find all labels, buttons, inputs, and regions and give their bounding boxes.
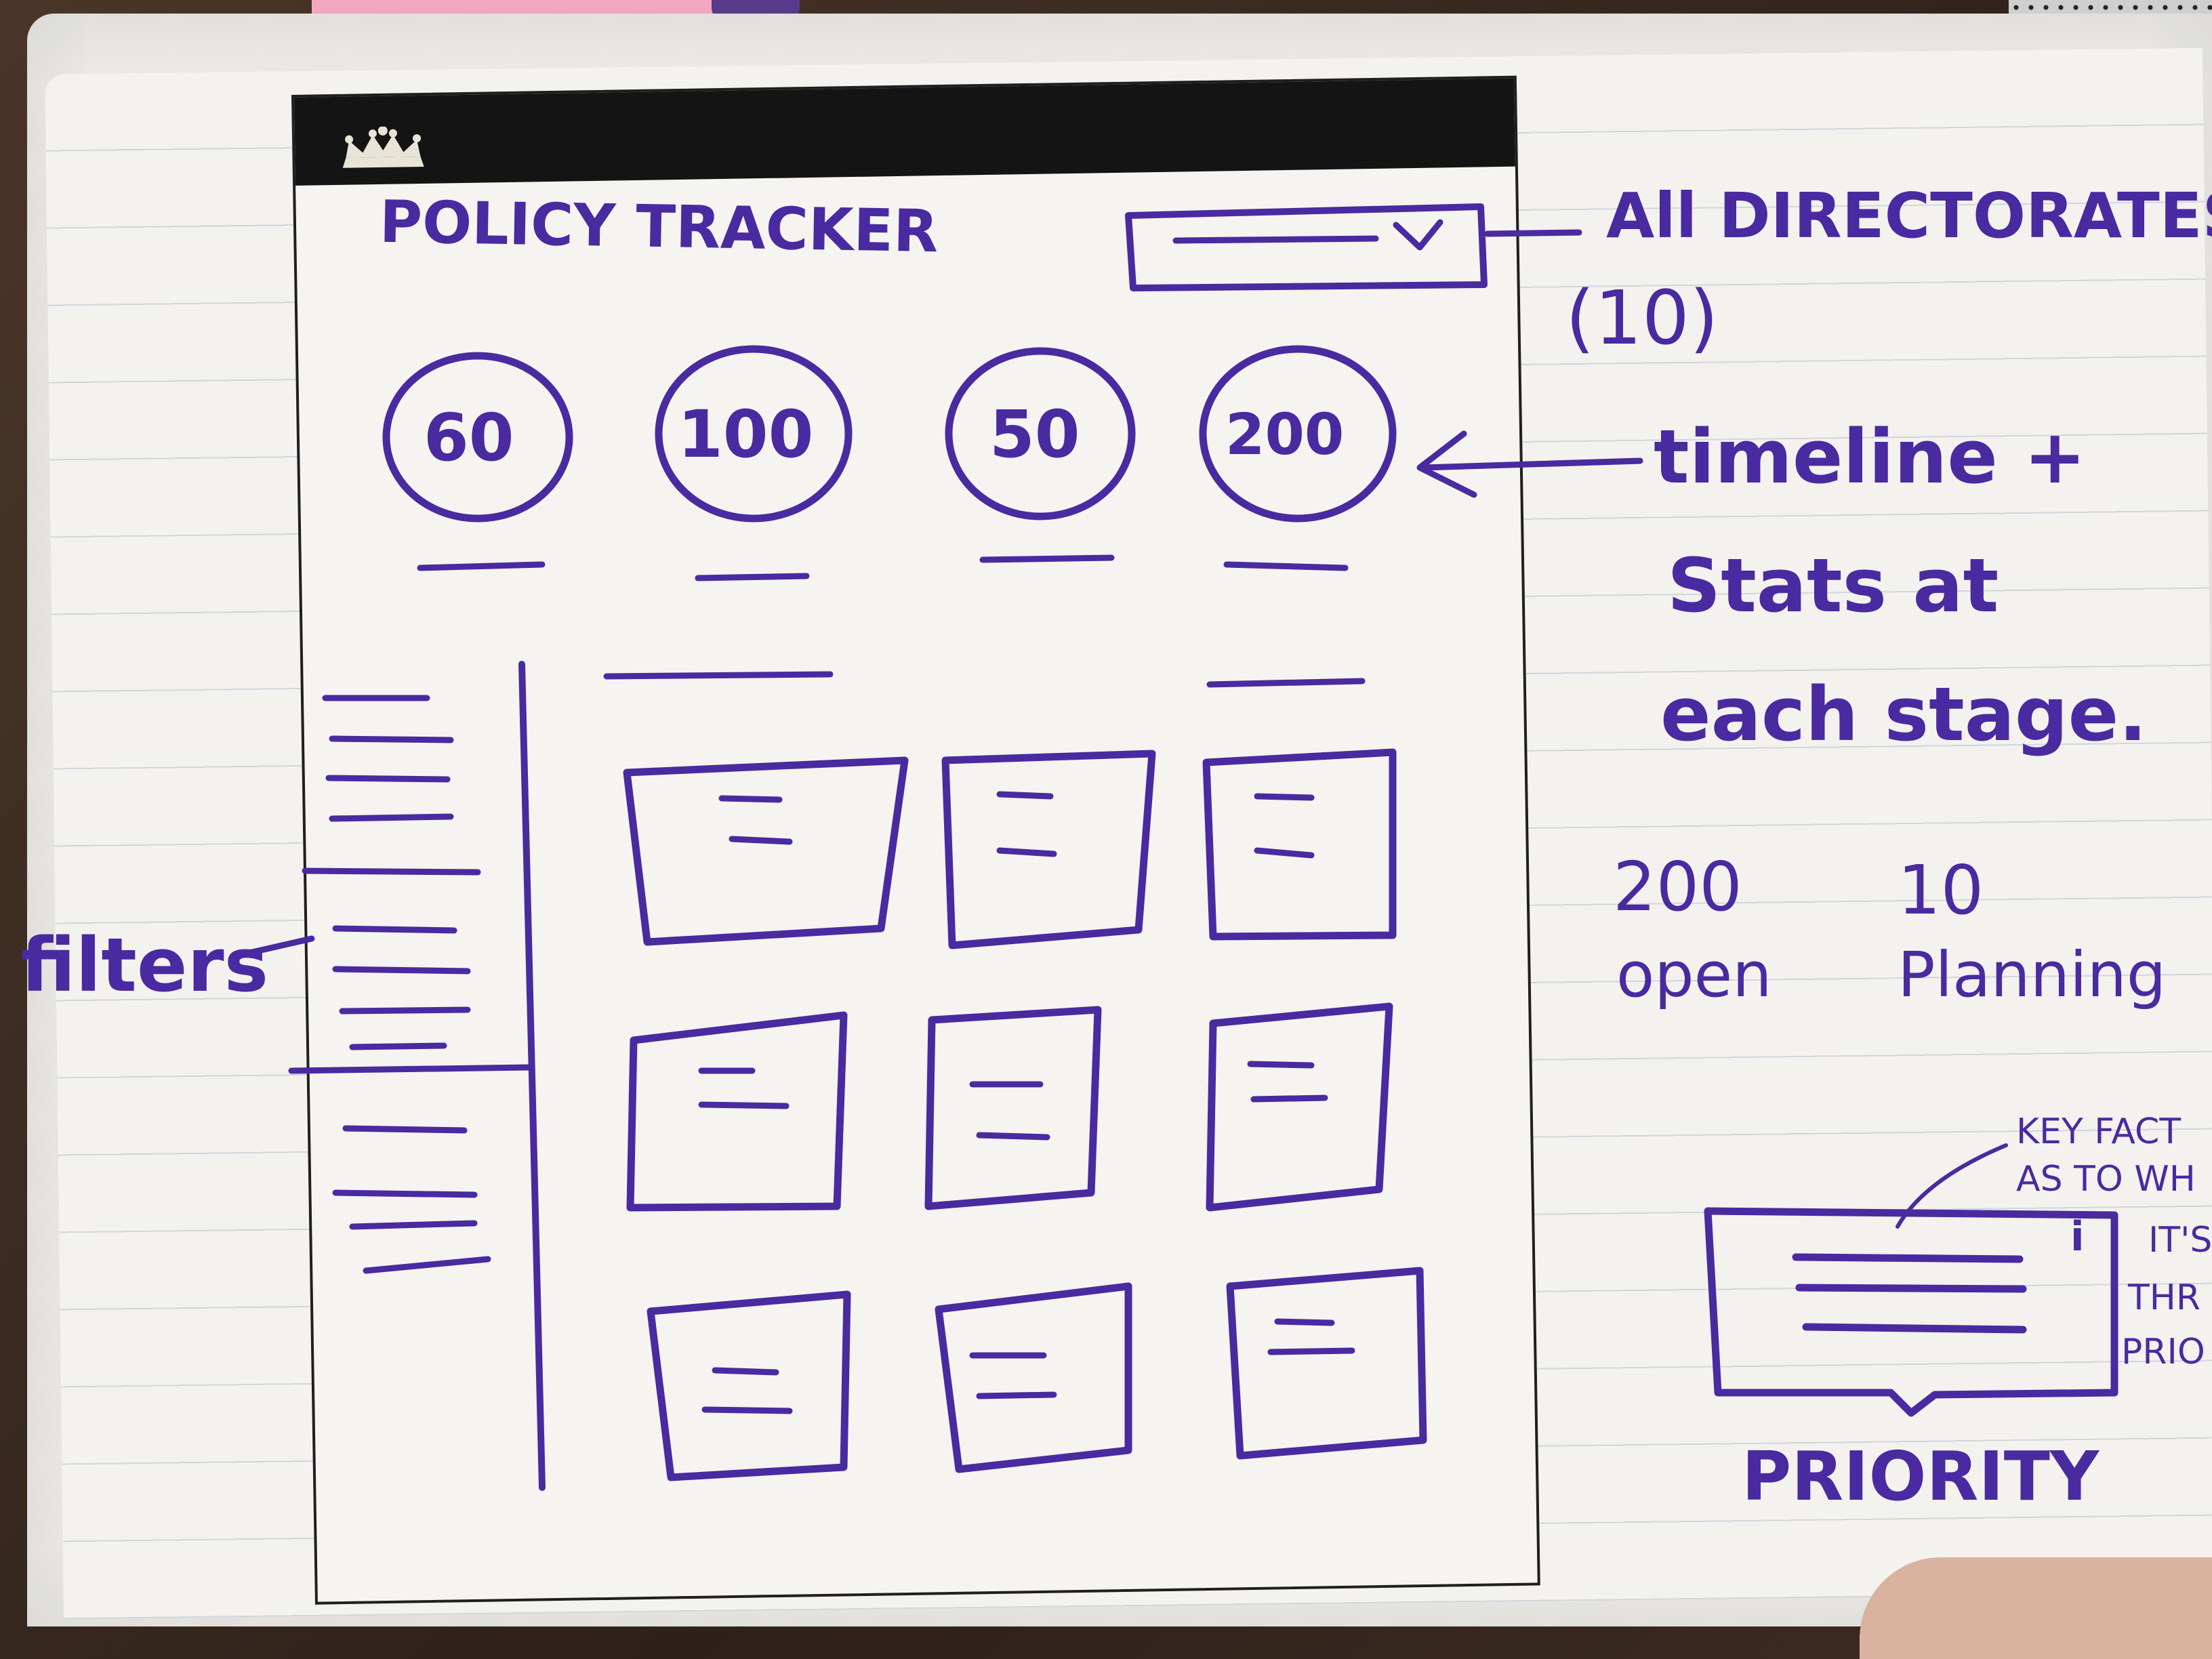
callout-line2: AS TO WH — [2016, 1159, 2196, 1200]
filters-label: filters — [20, 922, 269, 1008]
callout-line1: KEY FACT — [2016, 1111, 2182, 1152]
open-count: 200 — [1613, 847, 1742, 926]
planning-label: Planning — [1898, 939, 2167, 1011]
stat-value-3: 50 — [989, 396, 1080, 472]
directorate-label: All DIRECTORATES — [1606, 180, 2212, 252]
stat-underline — [695, 573, 810, 581]
arrow-line — [1420, 457, 1643, 471]
stat-value-2: 100 — [678, 396, 814, 472]
directorate-count: (10) — [1565, 274, 1719, 361]
sidebar-divider — [518, 661, 546, 1491]
stat-underline — [979, 554, 1115, 563]
policy-card — [924, 1006, 1102, 1210]
info-icon[interactable]: i — [2070, 1213, 2085, 1261]
stats-note-line1: timeline + — [1654, 413, 2087, 500]
side-note-line3: PRIO — [2121, 1332, 2205, 1372]
stat-value-4: 200 — [1225, 401, 1345, 468]
column-header-line — [603, 671, 834, 680]
directorate-dropdown[interactable] — [1125, 203, 1488, 291]
planning-count: 10 — [1898, 851, 1984, 930]
policy-card — [647, 1290, 851, 1481]
policy-card — [941, 750, 1156, 949]
policy-card — [1202, 748, 1397, 941]
stats-note-line2: Stats at — [1667, 542, 1999, 629]
stat-value-1: 60 — [424, 400, 514, 476]
column-header-line — [1206, 678, 1366, 688]
chevron-down-icon — [1393, 219, 1443, 251]
policy-card — [1226, 1267, 1427, 1460]
stat-underline — [1223, 561, 1349, 571]
priority-label: PRIORITY — [1742, 1437, 2100, 1516]
policy-card — [623, 756, 909, 946]
priority-card[interactable] — [1704, 1207, 2118, 1417]
card-grid[interactable] — [623, 748, 1427, 1481]
policy-card — [626, 1011, 848, 1212]
policy-card — [935, 1282, 1132, 1473]
stat-underline — [417, 561, 546, 571]
open-label: open — [1616, 939, 1772, 1011]
filter-sidebar[interactable] — [288, 695, 532, 1274]
side-note-line1: IT'S — [2148, 1220, 2212, 1261]
policy-card — [1206, 1002, 1393, 1212]
side-note-line2: THR — [2128, 1277, 2200, 1318]
dropdown-annotation-line — [1484, 229, 1582, 237]
app-title: POLICY TRACKER — [379, 188, 939, 266]
stats-note-line3: each stage. — [1660, 671, 2148, 758]
